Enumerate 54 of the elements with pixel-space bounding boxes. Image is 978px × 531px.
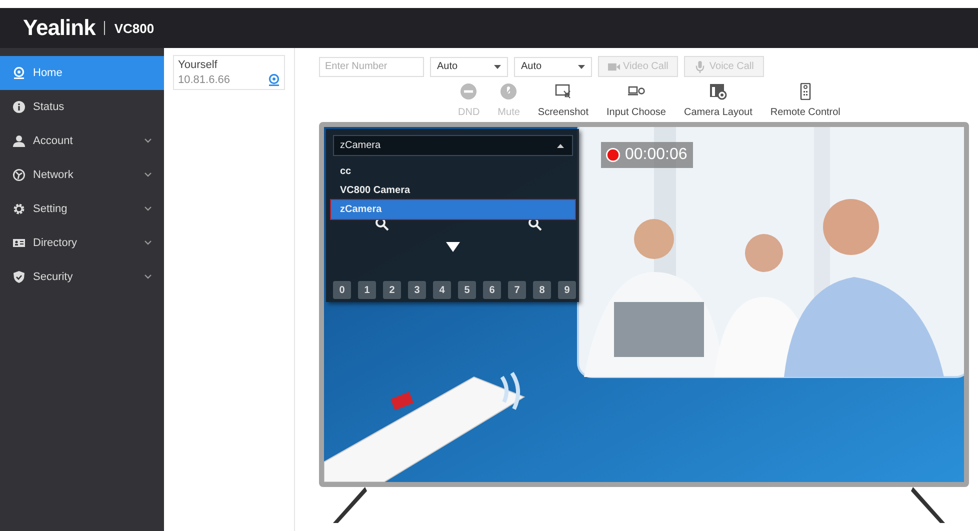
number-key[interactable]: 9 — [558, 281, 576, 299]
layout-camera-icon — [710, 83, 727, 100]
muted-microphone-icon — [500, 83, 518, 100]
screenshot-icon — [554, 83, 572, 100]
nav-item[interactable]: Account — [0, 124, 164, 158]
nav-item[interactable]: Security — [0, 260, 164, 294]
toolbar-button[interactable]: Camera Layout — [675, 83, 762, 118]
camera-icon — [13, 67, 25, 79]
toolbar-button[interactable]: Screenshot — [528, 83, 598, 118]
nav-item[interactable]: Network — [0, 158, 164, 192]
arrow-down-icon — [446, 242, 460, 252]
number-key[interactable]: 4 — [433, 281, 451, 299]
microphone-icon — [694, 60, 706, 72]
camera-icon — [268, 74, 280, 86]
caret-down-icon — [494, 64, 501, 68]
contact-address: 10.81.6.66 — [178, 74, 231, 86]
record-icon — [606, 148, 620, 162]
video-camera-icon — [608, 60, 620, 72]
number-key[interactable]: 7 — [508, 281, 526, 299]
nav-item[interactable]: Directory — [0, 226, 164, 260]
zoom-icon — [528, 217, 542, 231]
number-field[interactable]: Enter Number — [319, 56, 424, 76]
number-key[interactable]: 3 — [408, 281, 426, 299]
shield-icon — [13, 271, 25, 283]
caret-down-icon — [578, 64, 585, 68]
toolbar-button[interactable]: Input Choose — [598, 83, 675, 118]
contact-card-icon — [13, 237, 25, 249]
nav-item[interactable]: Status — [0, 90, 164, 124]
dropdown-option[interactable]: cc — [331, 162, 575, 181]
recording-badge: 00:00:06 — [601, 142, 694, 168]
number-key[interactable]: 6 — [483, 281, 501, 299]
globe-icon — [13, 169, 25, 181]
number-key[interactable]: 5 — [458, 281, 476, 299]
dropdown[interactable]: Auto — [514, 56, 592, 76]
contact-name: Yourself — [178, 59, 218, 71]
model-name: VC800 — [114, 20, 154, 36]
gear-icon — [13, 203, 25, 215]
nav-item[interactable]: Setting — [0, 192, 164, 226]
contact-card[interactable]: Yourself 10.81.6.66 — [173, 55, 285, 90]
logo: Yealink — [23, 15, 96, 41]
caret-up-icon — [557, 144, 564, 148]
camera-select[interactable]: zCamera — [333, 135, 573, 156]
dropdown-option[interactable]: zCamera — [331, 200, 575, 219]
dropdown-option[interactable]: VC800 Camera — [331, 181, 575, 200]
do-not-disturb-icon — [460, 83, 478, 100]
zoom-icon — [375, 217, 389, 231]
info-icon — [13, 101, 25, 113]
number-key[interactable]: 0 — [333, 281, 351, 299]
toolbar-button[interactable]: Remote Control — [761, 83, 850, 118]
number-key[interactable]: 1 — [358, 281, 376, 299]
number-key[interactable]: 2 — [383, 281, 401, 299]
dropdown[interactable]: Auto — [430, 56, 508, 76]
number-key[interactable]: 8 — [533, 281, 551, 299]
person-icon — [13, 135, 25, 147]
